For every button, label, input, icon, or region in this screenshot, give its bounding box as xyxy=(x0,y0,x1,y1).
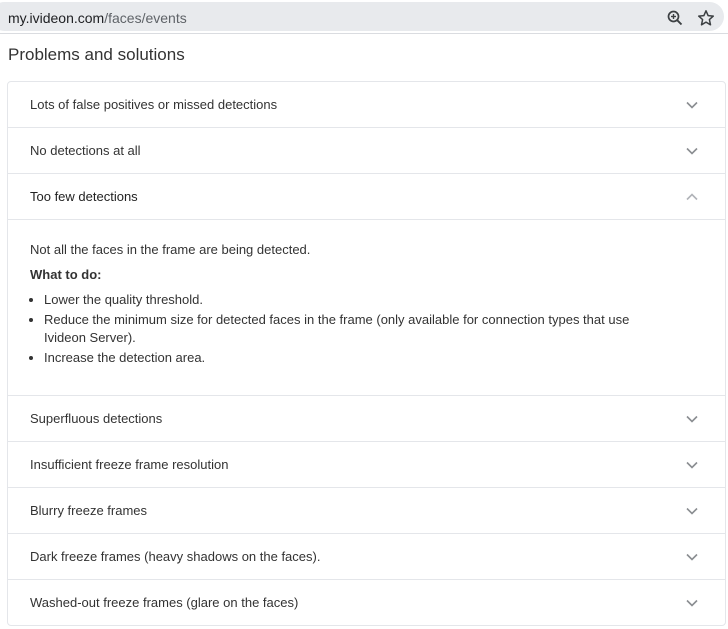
accordion-item-title: Superfluous detections xyxy=(30,411,163,426)
accordion-item-title: Dark freeze frames (heavy shadows on the… xyxy=(30,549,321,564)
chevron-down-icon xyxy=(686,101,698,109)
accordion-header[interactable]: Dark freeze frames (heavy shadows on the… xyxy=(8,534,725,579)
list-item: Increase the detection area. xyxy=(44,349,644,367)
accordion-item-title: Blurry freeze frames xyxy=(30,503,148,518)
accordion-item: Blurry freeze frames xyxy=(8,488,725,534)
url-text[interactable]: my.ivideon.com/faces/events xyxy=(8,10,187,27)
accordion-header[interactable]: Insufficient freeze frame resolution xyxy=(8,442,725,487)
accordion-item-expanded: Too few detections Not all the faces in … xyxy=(8,174,725,396)
bookmark-star-icon[interactable] xyxy=(697,9,715,27)
accordion-item: Dark freeze frames (heavy shadows on the… xyxy=(8,534,725,580)
chevron-down-icon xyxy=(686,599,698,607)
solution-list: Lower the quality threshold. Reduce the … xyxy=(30,291,644,367)
accordion-item-title: No detections at all xyxy=(30,143,141,158)
accordion-item: No detections at all xyxy=(8,128,725,174)
url-path: /faces/events xyxy=(104,10,187,26)
chevron-down-icon xyxy=(686,553,698,561)
accordion-item-title: Insufficient freeze frame resolution xyxy=(30,457,229,472)
accordion-item: Insufficient freeze frame resolution xyxy=(8,442,725,488)
accordion-header[interactable]: Blurry freeze frames xyxy=(8,488,725,533)
accordion-item: Lots of false positives or missed detect… xyxy=(8,82,725,128)
accordion-header[interactable]: Lots of false positives or missed detect… xyxy=(8,82,725,127)
accordion-item: Superfluous detections xyxy=(8,396,725,442)
faq-accordion: Lots of false positives or missed detect… xyxy=(7,81,726,626)
list-item: Lower the quality threshold. xyxy=(44,291,644,309)
accordion-header[interactable]: No detections at all xyxy=(8,128,725,173)
what-to-do-heading: What to do: xyxy=(30,267,102,282)
accordion-header[interactable]: Superfluous detections xyxy=(8,396,725,441)
chevron-down-icon xyxy=(686,507,698,515)
accordion-item-title: Lots of false positives or missed detect… xyxy=(30,97,278,112)
accordion-header[interactable]: Too few detections xyxy=(8,174,725,220)
address-bar[interactable]: my.ivideon.com/faces/events xyxy=(0,2,724,31)
url-host: my.ivideon.com xyxy=(8,10,105,26)
accordion-body: Not all the faces in the frame are being… xyxy=(8,220,725,395)
list-item: Reduce the minimum size for detected fac… xyxy=(44,311,644,347)
chevron-down-icon xyxy=(686,147,698,155)
zoom-icon[interactable] xyxy=(666,9,684,27)
accordion-item: Washed-out freeze frames (glare on the f… xyxy=(8,580,725,625)
chevron-down-icon xyxy=(686,461,698,469)
accordion-item-title: Washed-out freeze frames (glare on the f… xyxy=(30,595,299,610)
accordion-item-title: Too few detections xyxy=(30,189,138,204)
problem-description: Not all the faces in the frame are being… xyxy=(30,242,311,257)
browser-toolbar: my.ivideon.com/faces/events xyxy=(0,0,728,34)
chevron-down-icon xyxy=(686,415,698,423)
section-title: Problems and solutions xyxy=(8,45,185,64)
chevron-up-icon xyxy=(686,192,698,200)
accordion-header[interactable]: Washed-out freeze frames (glare on the f… xyxy=(8,580,725,625)
